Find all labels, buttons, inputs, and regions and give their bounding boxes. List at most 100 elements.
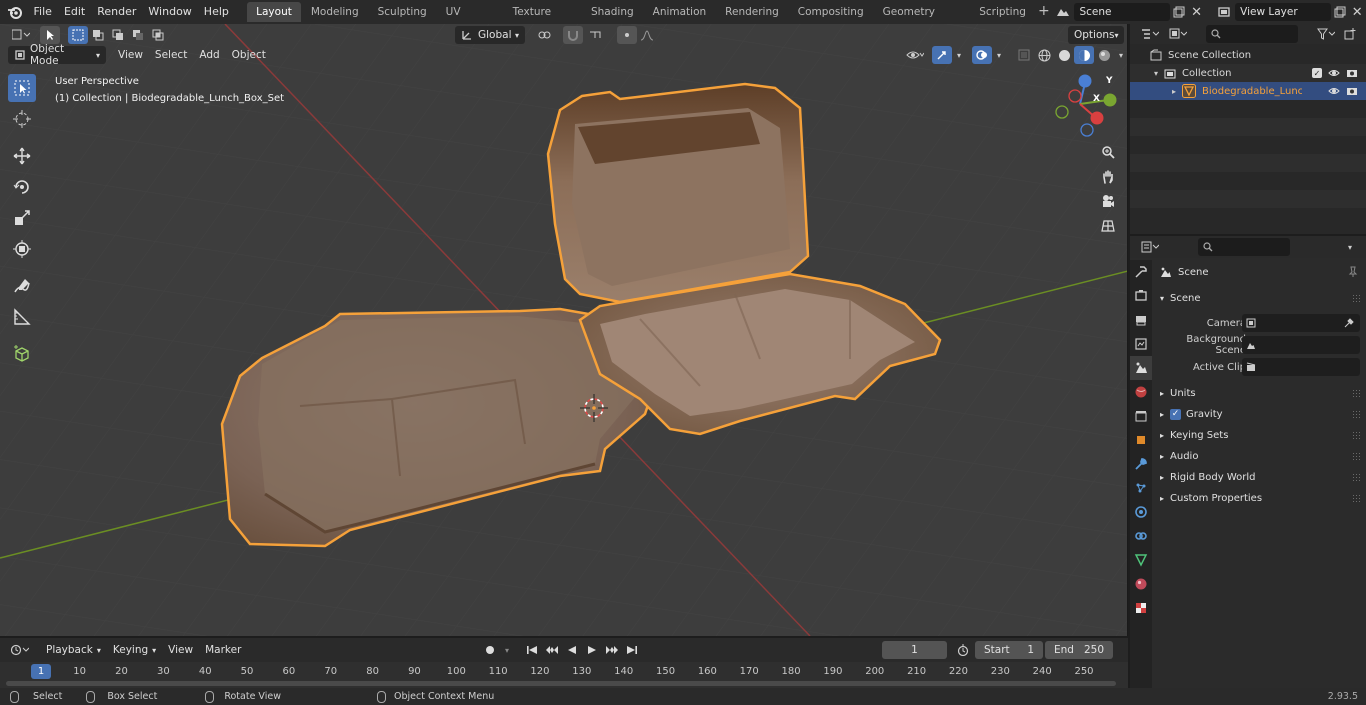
menu-file[interactable]: File [28, 2, 58, 22]
constraint-properties-tab-icon[interactable] [1130, 524, 1152, 548]
shading-dropdown-icon[interactable]: ▾ [1114, 46, 1127, 64]
playback-menu[interactable]: Playback ▾ [40, 641, 107, 659]
shading-material-preview-icon[interactable] [1074, 46, 1094, 64]
modifier-properties-tab-icon[interactable] [1130, 452, 1152, 476]
collection-properties-tab-icon[interactable] [1130, 404, 1152, 428]
audio-panel-header[interactable]: ▸ Audio [1154, 446, 1366, 466]
snap-icon[interactable] [563, 26, 583, 44]
select-mode-intersect-icon[interactable] [148, 26, 168, 44]
timeline-menu-view[interactable]: View [162, 644, 199, 656]
outliner-row-collection[interactable]: ▾ Collection ✓ [1130, 64, 1366, 82]
view-layer-properties-tab-icon[interactable] [1130, 332, 1152, 356]
view-layer-selector-icon[interactable] [1212, 3, 1235, 21]
object-mode-dropdown[interactable]: Object Mode ▾ [8, 43, 106, 67]
viewport-menu-object[interactable]: Object [226, 49, 272, 61]
delete-view-layer-icon[interactable]: ✕ [1348, 3, 1366, 21]
tab-texture-paint[interactable]: Texture Paint [504, 2, 581, 38]
transform-tool-icon[interactable] [8, 235, 36, 263]
tab-geometry-nodes[interactable]: Geometry Nodes [874, 2, 970, 38]
tab-uv-editing[interactable]: UV Editing [437, 2, 503, 38]
drag-handle-icon[interactable] [1352, 473, 1362, 481]
rotate-tool-icon[interactable] [8, 173, 36, 201]
tab-modeling[interactable]: Modeling [302, 2, 368, 22]
custom-properties-panel-header[interactable]: ▸ Custom Properties [1154, 488, 1366, 508]
render-properties-tab-icon[interactable] [1130, 284, 1152, 308]
annotate-tool-icon[interactable] [8, 272, 36, 300]
output-properties-tab-icon[interactable] [1130, 308, 1152, 332]
viewport-menu-add[interactable]: Add [193, 49, 225, 61]
show-gizmo-icon[interactable] [932, 46, 952, 64]
properties-options-dropdown-icon[interactable]: ▾ [1340, 238, 1360, 256]
rigid-body-world-panel-header[interactable]: ▸ Rigid Body World [1154, 467, 1366, 487]
outliner-search-input[interactable] [1206, 25, 1298, 43]
outliner-row-object[interactable]: ▸ Biodegradable_Lunch_Bo [1130, 82, 1366, 100]
menu-help[interactable]: Help [198, 2, 235, 22]
view-layer-field[interactable]: View Layer [1235, 3, 1331, 21]
scale-tool-icon[interactable] [8, 204, 36, 232]
jump-to-keyframe-next-icon[interactable] [602, 641, 622, 659]
timeline-menu-marker[interactable]: Marker [199, 644, 247, 656]
jump-to-start-icon[interactable] [522, 641, 542, 659]
tab-layout[interactable]: Layout [247, 2, 301, 22]
drag-handle-icon[interactable] [1352, 452, 1362, 460]
scene-name-field[interactable]: Scene [1074, 3, 1171, 21]
object-data-properties-tab-icon[interactable] [1130, 548, 1152, 572]
shading-solid-icon[interactable] [1054, 46, 1074, 64]
snap-target-icon[interactable] [583, 26, 609, 44]
preview-range-icon[interactable] [953, 641, 973, 659]
move-tool-icon[interactable] [8, 142, 36, 170]
auto-keying-icon[interactable] [480, 641, 500, 659]
overlays-dropdown-icon[interactable]: ▾ [992, 46, 1006, 64]
gravity-checkbox[interactable]: ✓ [1170, 408, 1182, 420]
current-frame-indicator[interactable]: 1 [31, 664, 51, 679]
current-frame-field[interactable]: 1 [882, 641, 947, 659]
end-frame-field[interactable]: End 250 [1045, 641, 1113, 659]
editor-type-icon[interactable] [6, 26, 36, 44]
properties-editor-type-icon[interactable] [1136, 238, 1164, 256]
add-workspace-button[interactable]: + [1036, 3, 1052, 21]
tab-scripting[interactable]: Scripting [970, 2, 1035, 22]
outliner-editor-type-icon[interactable] [1136, 25, 1164, 43]
gizmo-x-label[interactable]: X [1093, 94, 1100, 104]
scene-panel-header[interactable]: ▾ Scene [1154, 288, 1366, 308]
3d-viewport[interactable]: Z Y X Global ▾ [0, 24, 1128, 636]
background-scene-field[interactable] [1242, 336, 1360, 354]
timeline-editor-type-icon[interactable] [6, 641, 34, 659]
scene-properties-tab-icon[interactable] [1130, 356, 1152, 380]
pan-view-icon[interactable] [1097, 166, 1119, 188]
zoom-view-icon[interactable] [1097, 141, 1119, 163]
select-mode-invert-icon[interactable] [128, 26, 148, 44]
new-scene-icon[interactable] [1170, 3, 1188, 21]
display-mode-icon[interactable] [1164, 25, 1192, 43]
select-mode-new-icon[interactable] [68, 26, 88, 44]
drag-handle-icon[interactable] [1352, 494, 1362, 502]
options-dropdown[interactable]: Options ▾ [1068, 26, 1124, 44]
camera-field[interactable] [1242, 314, 1360, 332]
scene-selector-icon[interactable] [1052, 3, 1075, 21]
units-panel-header[interactable]: ▸ Units [1154, 383, 1366, 403]
gizmo-y-label[interactable]: Y [1106, 76, 1113, 86]
select-mode-extend-icon[interactable] [88, 26, 108, 44]
shading-rendered-icon[interactable] [1094, 46, 1114, 64]
shading-wireframe-icon[interactable] [1034, 46, 1054, 64]
transform-orientation-dropdown[interactable]: Global ▾ [455, 26, 525, 44]
pivot-point-icon[interactable] [531, 26, 559, 44]
tool-properties-tab-icon[interactable] [1130, 260, 1152, 284]
timeline-scrollbar[interactable] [6, 681, 1116, 686]
tab-sculpting[interactable]: Sculpting [369, 2, 436, 22]
world-properties-tab-icon[interactable] [1130, 380, 1152, 404]
select-mode-subtract-icon[interactable] [108, 26, 128, 44]
jump-to-end-icon[interactable] [622, 641, 642, 659]
proportional-falloff-icon[interactable] [637, 26, 657, 44]
play-reverse-icon[interactable] [562, 641, 582, 659]
3d-scene[interactable] [0, 24, 1128, 636]
gizmo-dropdown-icon[interactable]: ▾ [952, 46, 966, 64]
active-clip-field[interactable] [1242, 358, 1360, 376]
xray-toggle-icon[interactable] [1014, 46, 1034, 64]
tab-compositing[interactable]: Compositing [789, 2, 873, 22]
particle-properties-tab-icon[interactable] [1130, 476, 1152, 500]
viewport-menu-view[interactable]: View [112, 49, 149, 61]
proportional-editing-icon[interactable] [617, 26, 637, 44]
texture-properties-tab-icon[interactable] [1130, 596, 1152, 620]
collection-expand-icon[interactable]: ▾ [1154, 69, 1158, 78]
